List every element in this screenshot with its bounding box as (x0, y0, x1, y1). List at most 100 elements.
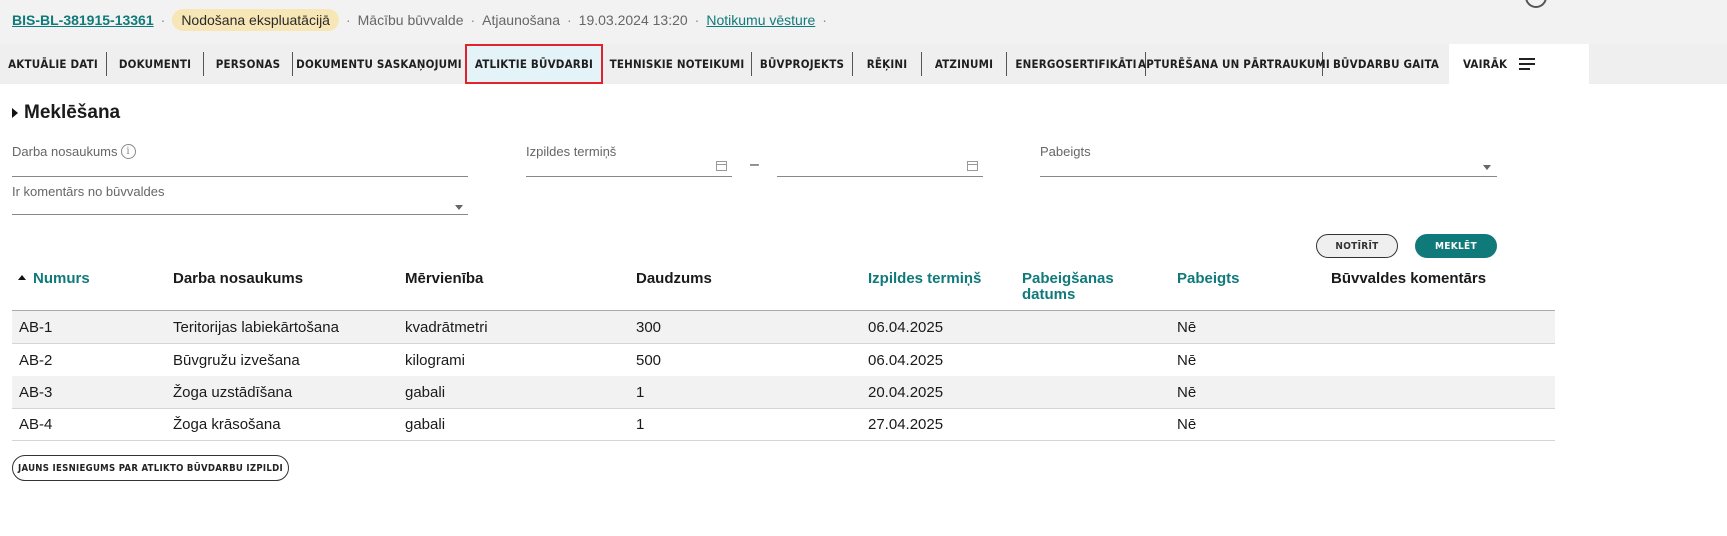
tab-more[interactable]: VAIRĀK (1449, 44, 1589, 84)
case-info-bar: BIS-BL-381915-13361 · Nodošana ekspluatā… (0, 0, 1727, 44)
tab-label: PERSONAS (215, 57, 281, 71)
table-row[interactable]: AB-2 Būvgružu izvešana kilogrami 500 06.… (12, 344, 1555, 377)
column-header-number[interactable]: Numurs (18, 271, 90, 287)
column-header-unit: Mērvienība (405, 270, 484, 287)
work-name-input[interactable] (12, 176, 468, 177)
cell-work-name: Būvgružu izvešana (173, 352, 300, 369)
cell-completed: Nē (1177, 416, 1197, 433)
tab-label: RĒĶINI (866, 57, 908, 71)
info-icon[interactable]: i (120, 144, 136, 159)
cell-completed: Nē (1177, 384, 1197, 401)
column-label: Numurs (33, 270, 90, 287)
range-separator: – (750, 156, 759, 173)
term-from-input[interactable] (526, 176, 732, 177)
calendar-icon[interactable] (716, 161, 727, 171)
cell-quantity: 300 (636, 319, 662, 336)
authority-text: Mācību būvvalde (357, 12, 464, 28)
caret-right-icon (12, 108, 18, 118)
tab-current-data[interactable]: AKTUĀLIE DATI (0, 44, 106, 84)
cell-unit: kilogrami (405, 352, 466, 369)
clear-button[interactable]: NOTĪRĪT (1316, 234, 1398, 258)
cell-number: AB-1 (19, 319, 53, 336)
separator-dot: · (160, 12, 166, 28)
completed-select[interactable] (1040, 176, 1497, 177)
tab-label: BŪVDARBU GAITA (1332, 57, 1440, 71)
tab-bar: AKTUĀLIE DATI DOKUMENTI PERSONAS DOKUMEN… (0, 44, 1727, 84)
cell-completed: Nē (1177, 319, 1197, 336)
cell-term: 27.04.2025 (868, 416, 944, 433)
cell-unit: gabali (405, 384, 446, 401)
tab-suspension-and-interruptions[interactable]: APTURĒŠANA UN PĀRTRAUKUMI (1138, 44, 1330, 84)
tab-technical-conditions[interactable]: TEHNISKIE NOTEIKUMI (603, 44, 751, 84)
column-header-completed[interactable]: Pabeigts (1177, 271, 1240, 287)
tab-opinions[interactable]: ATZINUMI (922, 44, 1006, 84)
separator-dot: · (694, 12, 700, 28)
cell-quantity: 1 (636, 416, 645, 433)
cell-quantity: 500 (636, 352, 662, 369)
separator-dot: · (345, 12, 351, 28)
cell-unit: kvadrātmetri (405, 319, 488, 336)
cell-term: 20.04.2025 (868, 384, 944, 401)
column-header-term[interactable]: Izpildes termiņš (868, 271, 981, 287)
work-name-label: Darba nosaukums i (12, 144, 136, 159)
column-header-work-name: Darba nosaukums (173, 270, 304, 287)
procedure-text: Atjaunošana (482, 12, 560, 28)
status-badge: Nodošana ekspluatācijā (172, 9, 339, 31)
calendar-icon[interactable] (967, 161, 978, 171)
tab-documents[interactable]: DOKUMENTI (107, 44, 203, 84)
tab-label: ATZINUMI (934, 57, 994, 71)
tab-persons[interactable]: PERSONAS (204, 44, 292, 84)
cell-work-name: Žoga uzstādīšana (173, 384, 293, 401)
cell-number: AB-4 (19, 416, 53, 433)
sort-ascending-icon (18, 275, 26, 280)
tab-invoices[interactable]: RĒĶINI (853, 44, 921, 84)
cell-work-name: Teritorijas labiekārtošana (173, 319, 339, 336)
datetime-text: 19.03.2024 13:20 (578, 12, 688, 28)
separator-dot: · (470, 12, 476, 28)
column-header-completion-date[interactable]: Pabeigšanas datums (1022, 271, 1142, 303)
separator-dot: · (567, 12, 572, 28)
search-toggle[interactable]: Meklēšana (12, 102, 120, 124)
table-row[interactable]: AB-3 Žoga uzstādīšana gabali 1 20.04.202… (12, 376, 1555, 409)
cell-number: AB-2 (19, 352, 53, 369)
cell-completed: Nē (1177, 352, 1197, 369)
tab-label: DOKUMENTI (118, 57, 192, 71)
tab-postponed-works[interactable]: ATLIKTIE BŪVDARBI (465, 44, 603, 84)
case-id-link[interactable]: BIS-BL-381915-13361 (12, 12, 154, 28)
tab-label: AKTUĀLIE DATI (8, 57, 98, 71)
tab-label: BŪVPROJEKTS (759, 57, 845, 71)
new-submission-button[interactable]: JAUNS IESNIEGUMS PAR ATLIKTO BŪVDARBU IZ… (12, 455, 289, 481)
tab-label: TEHNISKIE NOTEIKUMI (609, 57, 745, 71)
cell-quantity: 1 (636, 384, 645, 401)
tab-document-approvals[interactable]: DOKUMENTU SASKAŅOJUMI (293, 44, 465, 84)
table-row[interactable]: AB-4 Žoga krāsošana gabali 1 27.04.2025 … (12, 408, 1555, 441)
cell-unit: gabali (405, 416, 446, 433)
cell-term: 06.04.2025 (868, 319, 944, 336)
chevron-down-icon[interactable] (1483, 165, 1491, 170)
tab-energy-certificates[interactable]: ENERGOSERTIFIKĀTI (1007, 44, 1145, 84)
chevron-down-icon[interactable] (455, 205, 463, 210)
tab-label: ATLIKTIE BŪVDARBI (474, 57, 594, 71)
separator-dot: · (822, 12, 827, 28)
comment-label: Ir komentārs no būvvaldes (12, 184, 165, 199)
case-info-row: BIS-BL-381915-13361 · Nodošana ekspluatā… (12, 9, 834, 31)
column-header-authority-comment: Būvvaldes komentārs (1331, 270, 1487, 287)
work-name-label-text: Darba nosaukums (12, 144, 118, 159)
tab-construction-project[interactable]: BŪVPROJEKTS (752, 44, 852, 84)
term-label: Izpildes termiņš (526, 144, 617, 159)
search-button[interactable]: MEKLĒT (1415, 234, 1497, 258)
cell-term: 06.04.2025 (868, 352, 944, 369)
cell-number: AB-3 (19, 384, 53, 401)
search-title: Meklēšana (24, 102, 121, 123)
table-header: Numurs Darba nosaukums Mērvienība Daudzu… (12, 268, 1555, 311)
column-header-quantity: Daudzums (636, 270, 712, 287)
table-row[interactable]: AB-1 Teritorijas labiekārtošana kvadrātm… (12, 311, 1555, 344)
tab-label: APTURĒŠANA UN PĀRTRAUKUMI (1138, 57, 1330, 71)
comment-select[interactable] (12, 214, 468, 215)
event-history-link[interactable]: Notikumu vēsture (706, 12, 815, 28)
tab-label: DOKUMENTU SASKAŅOJUMI (296, 57, 462, 71)
user-circle-icon[interactable] (1525, 0, 1547, 8)
term-to-input[interactable] (777, 176, 983, 177)
cell-work-name: Žoga krāsošana (173, 416, 281, 433)
tab-construction-progress[interactable]: BŪVDARBU GAITA (1323, 44, 1449, 84)
